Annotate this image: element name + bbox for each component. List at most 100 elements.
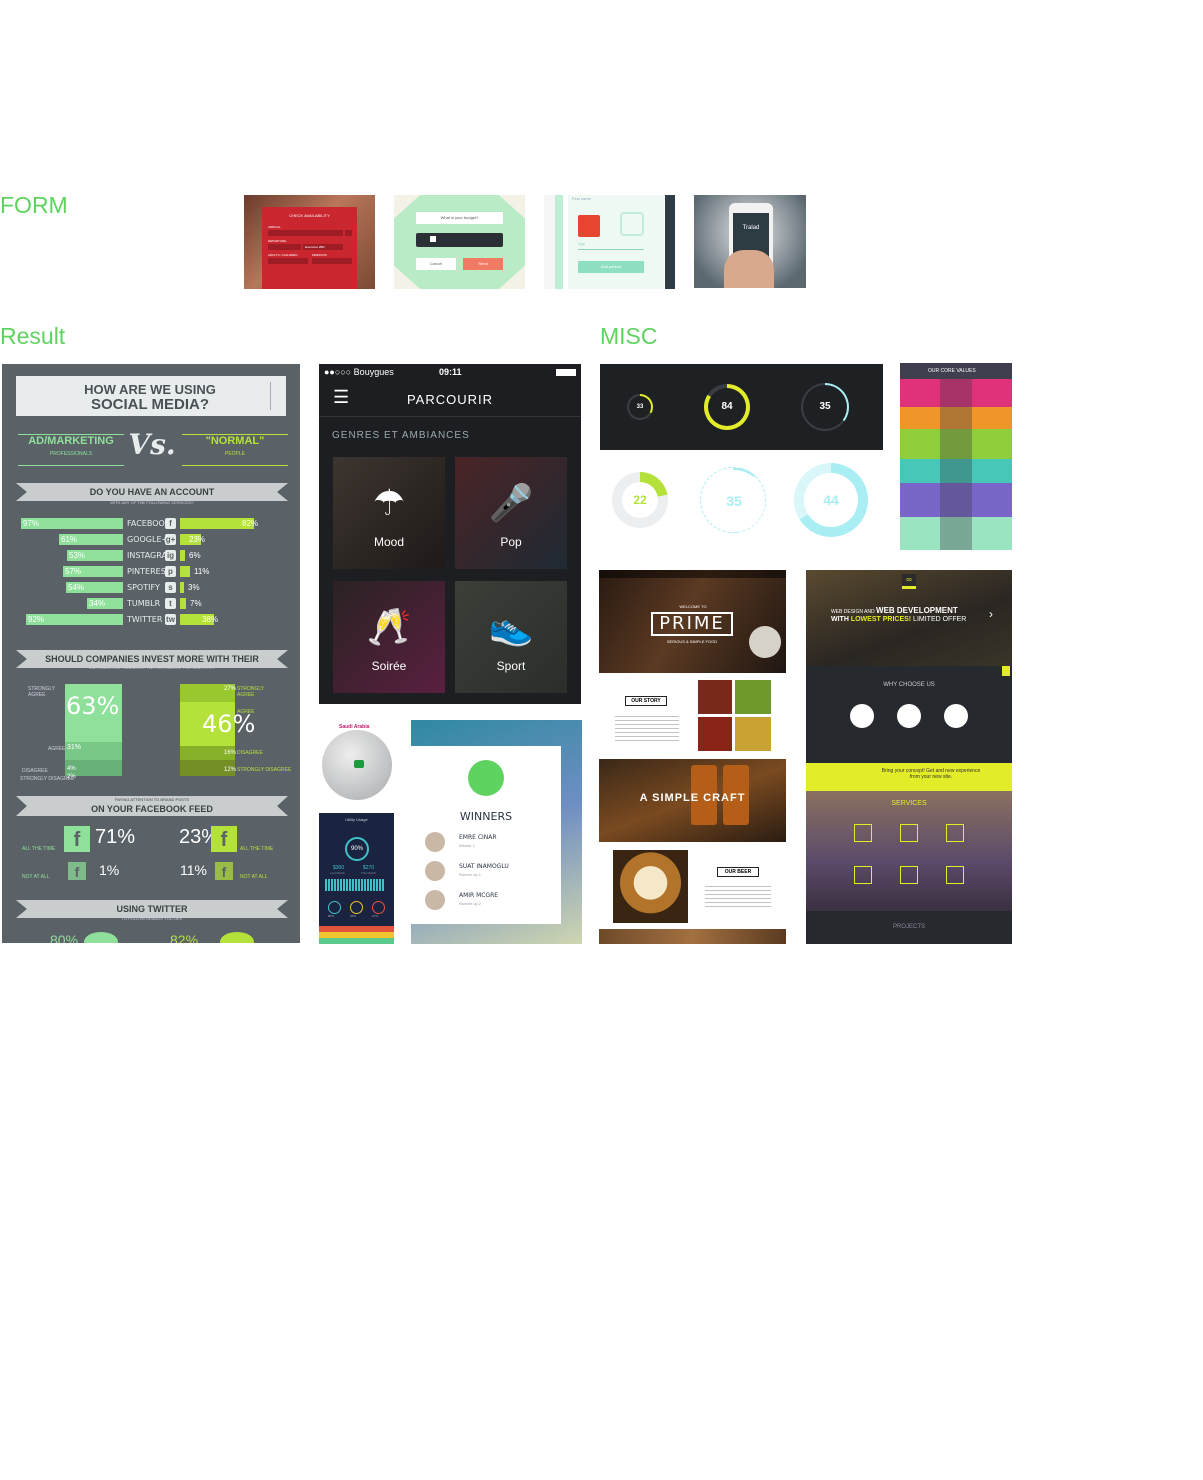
craft-banner: A SIMPLE CRAFT bbox=[599, 759, 786, 842]
gauge-ring: 35 bbox=[801, 383, 849, 431]
account-question-sub: WITH ANY OF THE FOLLOWING SERVICES? bbox=[110, 500, 194, 505]
left-strongly-disagree-value: 2% bbox=[67, 774, 76, 780]
right-label-agree: AGREE bbox=[237, 709, 255, 715]
left-strongly-agree-value: 63% bbox=[66, 692, 120, 720]
service-icon-web bbox=[854, 824, 872, 842]
service-left-percent: 54% bbox=[68, 583, 85, 592]
idea-icon bbox=[897, 704, 921, 728]
genres-subtitle: GENRES ET AMBIANCES bbox=[332, 430, 470, 441]
service-right-bar bbox=[180, 566, 190, 577]
our-story-heading: OUR STORY bbox=[625, 696, 667, 706]
service-icon-analytics bbox=[946, 866, 964, 884]
first-name-field[interactable]: First name bbox=[572, 196, 642, 206]
send-button[interactable]: Send bbox=[463, 258, 503, 270]
our-beer-heading: OUR BEER bbox=[717, 867, 759, 877]
gauge-value: 33 bbox=[629, 396, 651, 418]
services-heading: SERVICES bbox=[891, 800, 927, 807]
avatar-option-green[interactable] bbox=[620, 212, 644, 236]
beer-section: OUR BEER bbox=[599, 848, 786, 923]
tile-soiree[interactable]: 🥂 Soirée bbox=[333, 581, 445, 693]
utility-usage-app: Utility Usage 90% $300 $270 Last Month T… bbox=[319, 813, 394, 944]
departure-field[interactable] bbox=[268, 244, 301, 250]
account-question: DO YOU HAVE AN ACCOUNT bbox=[89, 487, 215, 497]
service-logo-icon: s bbox=[165, 582, 176, 593]
service-icon-mobile bbox=[946, 824, 964, 842]
adults-field[interactable] bbox=[268, 258, 308, 264]
twitter-question: USING TWITTER bbox=[116, 904, 188, 914]
right-strongly-agree-value: 27% bbox=[224, 686, 237, 692]
core-values-title: OUR CORE VALUES bbox=[900, 363, 1012, 379]
booking-form-thumbnail[interactable]: CHECK AVAILABILITY ARRIVAL DEPARTURE Exe… bbox=[244, 195, 375, 289]
champagne-icon: 🥂 bbox=[366, 606, 412, 647]
twitter-bird-icon-right bbox=[220, 932, 254, 943]
craft-heading: A SIMPLE CRAFT bbox=[639, 792, 746, 804]
right-label-strongly-agree: STRONGLY AGREE bbox=[237, 686, 265, 698]
account-question-ribbon: DO YOU HAVE AN ACCOUNT bbox=[16, 483, 288, 501]
service-name: TWITTER bbox=[127, 615, 163, 624]
team-icon bbox=[850, 704, 874, 728]
food-strip bbox=[599, 929, 786, 944]
gas-icon bbox=[372, 901, 385, 914]
service-left-percent: 57% bbox=[65, 567, 82, 576]
service-logo-icon: f bbox=[165, 518, 176, 529]
facebook-icon-right-small: f bbox=[215, 862, 233, 880]
budget-slider[interactable] bbox=[416, 233, 503, 247]
service-logo-icon: t bbox=[165, 598, 176, 609]
support-icon bbox=[944, 704, 968, 728]
persons-field[interactable] bbox=[312, 258, 352, 264]
budget-question: What is your budget? bbox=[416, 212, 503, 224]
cancel-button[interactable]: Cancel bbox=[416, 258, 456, 270]
agency-headline-line2: WITH LOWEST PRICES! LIMITED OFFER bbox=[831, 616, 967, 623]
add-person-form-thumbnail[interactable]: First name Age Add person bbox=[544, 195, 675, 289]
left-group-heading: AD/MARKETING bbox=[28, 435, 114, 447]
cta-text: Bring your concept! Get and new experien… bbox=[881, 768, 981, 780]
avatar bbox=[425, 832, 445, 852]
sneaker-icon: 👟 bbox=[488, 606, 534, 647]
service-logo-icon: tw bbox=[165, 614, 176, 625]
room-select[interactable]: Executive 2BR bbox=[303, 244, 343, 250]
service-logo-icon: p bbox=[165, 566, 176, 577]
service-right-percent: 23% bbox=[189, 535, 206, 544]
right-group-subheading: PEOPLE bbox=[224, 451, 245, 457]
arrival-label: ARRIVAL bbox=[268, 225, 281, 229]
next-slide-arrow[interactable]: › bbox=[989, 607, 993, 621]
electric-icon bbox=[350, 901, 363, 914]
service-left-percent: 34% bbox=[89, 599, 106, 608]
microphone-icon: 🎤 bbox=[488, 482, 534, 523]
adults-label: ADULTS / CHILDREN bbox=[268, 253, 298, 257]
carrier-label: ●●○○○ Bouygues bbox=[324, 367, 394, 377]
arrival-field[interactable] bbox=[268, 230, 343, 236]
gauge-ring: 84 bbox=[704, 384, 750, 430]
persons-label: PERSONS bbox=[312, 253, 327, 257]
left-all-the-time-label: ALL THE TIME bbox=[22, 846, 56, 852]
status-time: 09:11 bbox=[439, 367, 462, 377]
left-all-the-time-value: 71% bbox=[95, 826, 136, 848]
tile-sport[interactable]: 👟 Sport bbox=[455, 581, 567, 693]
add-person-button[interactable]: Add person bbox=[578, 261, 644, 273]
budget-form-thumbnail[interactable]: What is your budget? Cancel Send bbox=[394, 195, 525, 289]
left-not-at-all-label: NOT AT ALL bbox=[22, 874, 50, 880]
side-tab[interactable] bbox=[1002, 666, 1010, 676]
service-right-bar bbox=[180, 582, 184, 593]
twitter-right-value: 82% bbox=[170, 932, 199, 943]
slider-handle[interactable] bbox=[430, 236, 436, 242]
infographic-title-line1: HOW ARE WE USING bbox=[84, 382, 216, 397]
avatar-option-red[interactable] bbox=[578, 215, 600, 237]
service-left-percent: 53% bbox=[69, 551, 86, 560]
tile-pop-label: Pop bbox=[500, 535, 522, 549]
winner-detail: Runner up 2 bbox=[459, 901, 482, 906]
age-select[interactable]: Age bbox=[578, 238, 644, 250]
versus-mark: Vs. bbox=[128, 428, 176, 461]
misc-section-label: MISC bbox=[600, 323, 658, 349]
tile-pop[interactable]: 🎤 Pop bbox=[455, 457, 567, 569]
tile-mood[interactable]: ☂ Mood bbox=[333, 457, 445, 569]
left-group-subheading: PROFESSIONALS bbox=[49, 451, 93, 457]
gauge-ring: 33 bbox=[627, 394, 653, 420]
calendar-icon[interactable] bbox=[345, 230, 352, 236]
winner-name: SUAT INAMOGLU bbox=[459, 863, 509, 870]
left-label-disagree: DISAGREE bbox=[22, 768, 48, 774]
result-section-label: Result bbox=[0, 323, 66, 349]
service-right-bar bbox=[180, 550, 185, 561]
tile-soiree-label: Soirée bbox=[371, 659, 407, 673]
phone-photo-thumbnail[interactable]: Tralad bbox=[694, 195, 806, 288]
